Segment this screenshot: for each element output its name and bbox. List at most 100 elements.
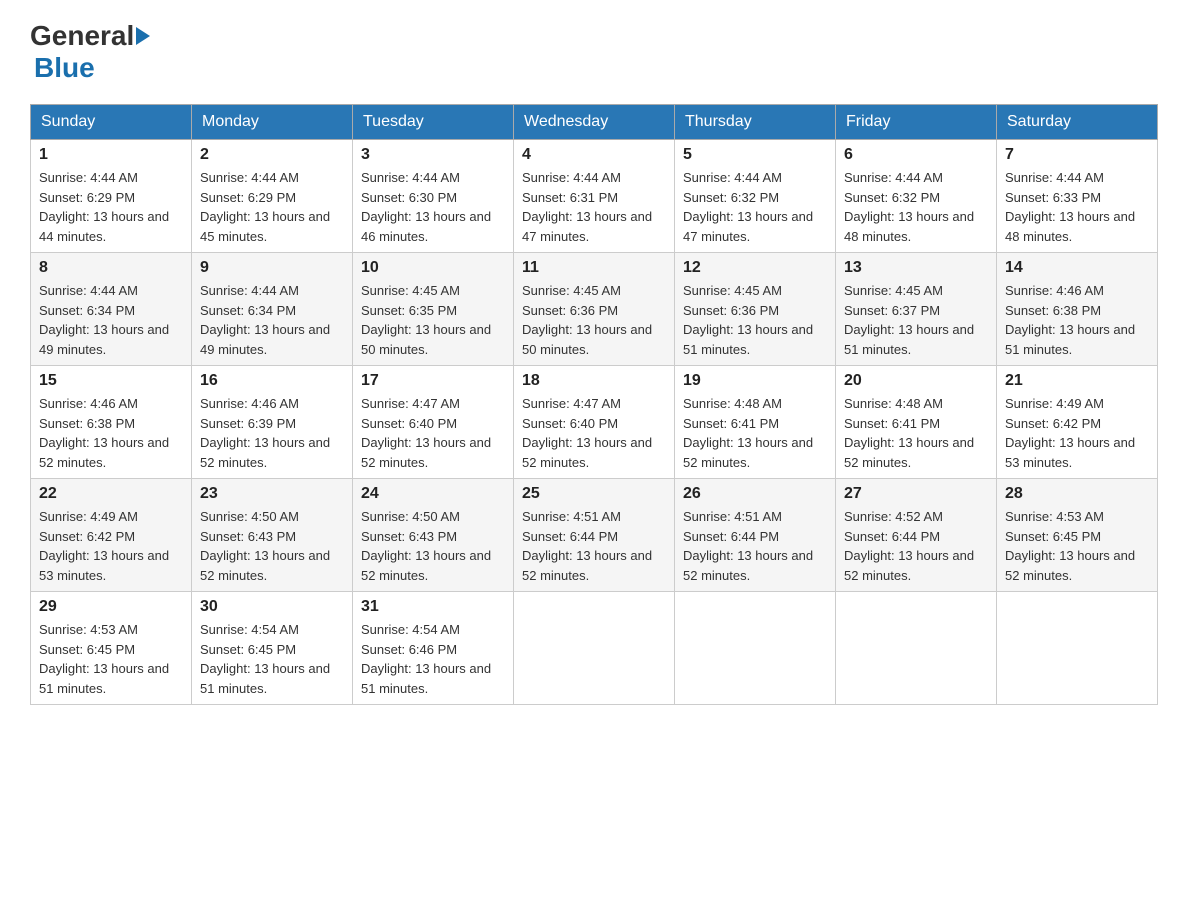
calendar-cell: 4 Sunrise: 4:44 AM Sunset: 6:31 PM Dayli… bbox=[514, 140, 675, 253]
day-number: 25 bbox=[522, 485, 666, 503]
calendar-cell: 22 Sunrise: 4:49 AM Sunset: 6:42 PM Dayl… bbox=[31, 479, 192, 592]
day-headers-row: SundayMondayTuesdayWednesdayThursdayFrid… bbox=[31, 105, 1158, 140]
calendar-cell: 8 Sunrise: 4:44 AM Sunset: 6:34 PM Dayli… bbox=[31, 253, 192, 366]
week-row-4: 22 Sunrise: 4:49 AM Sunset: 6:42 PM Dayl… bbox=[31, 479, 1158, 592]
day-header-wednesday: Wednesday bbox=[514, 105, 675, 140]
calendar-cell: 3 Sunrise: 4:44 AM Sunset: 6:30 PM Dayli… bbox=[353, 140, 514, 253]
week-row-2: 8 Sunrise: 4:44 AM Sunset: 6:34 PM Dayli… bbox=[31, 253, 1158, 366]
calendar-cell: 28 Sunrise: 4:53 AM Sunset: 6:45 PM Dayl… bbox=[997, 479, 1158, 592]
calendar-cell: 31 Sunrise: 4:54 AM Sunset: 6:46 PM Dayl… bbox=[353, 592, 514, 705]
day-info: Sunrise: 4:44 AM Sunset: 6:34 PM Dayligh… bbox=[200, 281, 344, 359]
day-number: 12 bbox=[683, 259, 827, 277]
day-info: Sunrise: 4:52 AM Sunset: 6:44 PM Dayligh… bbox=[844, 507, 988, 585]
day-info: Sunrise: 4:50 AM Sunset: 6:43 PM Dayligh… bbox=[361, 507, 505, 585]
day-number: 3 bbox=[361, 146, 505, 164]
day-number: 2 bbox=[200, 146, 344, 164]
day-info: Sunrise: 4:45 AM Sunset: 6:35 PM Dayligh… bbox=[361, 281, 505, 359]
logo-blue-text: Blue bbox=[34, 52, 95, 84]
calendar-cell bbox=[514, 592, 675, 705]
day-number: 20 bbox=[844, 372, 988, 390]
day-number: 30 bbox=[200, 598, 344, 616]
day-info: Sunrise: 4:46 AM Sunset: 6:39 PM Dayligh… bbox=[200, 394, 344, 472]
day-number: 10 bbox=[361, 259, 505, 277]
calendar-cell: 7 Sunrise: 4:44 AM Sunset: 6:33 PM Dayli… bbox=[997, 140, 1158, 253]
week-row-3: 15 Sunrise: 4:46 AM Sunset: 6:38 PM Dayl… bbox=[31, 366, 1158, 479]
day-number: 24 bbox=[361, 485, 505, 503]
day-number: 5 bbox=[683, 146, 827, 164]
day-info: Sunrise: 4:44 AM Sunset: 6:30 PM Dayligh… bbox=[361, 168, 505, 246]
day-number: 14 bbox=[1005, 259, 1149, 277]
day-number: 23 bbox=[200, 485, 344, 503]
day-info: Sunrise: 4:49 AM Sunset: 6:42 PM Dayligh… bbox=[1005, 394, 1149, 472]
week-row-1: 1 Sunrise: 4:44 AM Sunset: 6:29 PM Dayli… bbox=[31, 140, 1158, 253]
logo-second-row: Blue bbox=[30, 52, 95, 84]
day-number: 9 bbox=[200, 259, 344, 277]
calendar-cell: 20 Sunrise: 4:48 AM Sunset: 6:41 PM Dayl… bbox=[836, 366, 997, 479]
logo: General Blue bbox=[30, 20, 152, 84]
day-number: 4 bbox=[522, 146, 666, 164]
calendar-cell: 15 Sunrise: 4:46 AM Sunset: 6:38 PM Dayl… bbox=[31, 366, 192, 479]
day-number: 16 bbox=[200, 372, 344, 390]
day-info: Sunrise: 4:47 AM Sunset: 6:40 PM Dayligh… bbox=[522, 394, 666, 472]
calendar-cell: 16 Sunrise: 4:46 AM Sunset: 6:39 PM Dayl… bbox=[192, 366, 353, 479]
day-header-tuesday: Tuesday bbox=[353, 105, 514, 140]
day-info: Sunrise: 4:46 AM Sunset: 6:38 PM Dayligh… bbox=[39, 394, 183, 472]
day-number: 11 bbox=[522, 259, 666, 277]
day-info: Sunrise: 4:44 AM Sunset: 6:32 PM Dayligh… bbox=[683, 168, 827, 246]
calendar-cell: 17 Sunrise: 4:47 AM Sunset: 6:40 PM Dayl… bbox=[353, 366, 514, 479]
day-number: 8 bbox=[39, 259, 183, 277]
calendar-cell: 25 Sunrise: 4:51 AM Sunset: 6:44 PM Dayl… bbox=[514, 479, 675, 592]
day-header-saturday: Saturday bbox=[997, 105, 1158, 140]
calendar-cell: 29 Sunrise: 4:53 AM Sunset: 6:45 PM Dayl… bbox=[31, 592, 192, 705]
logo-row: General bbox=[30, 20, 152, 52]
day-number: 6 bbox=[844, 146, 988, 164]
day-info: Sunrise: 4:54 AM Sunset: 6:45 PM Dayligh… bbox=[200, 620, 344, 698]
calendar-cell: 9 Sunrise: 4:44 AM Sunset: 6:34 PM Dayli… bbox=[192, 253, 353, 366]
calendar-cell bbox=[997, 592, 1158, 705]
day-header-sunday: Sunday bbox=[31, 105, 192, 140]
day-info: Sunrise: 4:53 AM Sunset: 6:45 PM Dayligh… bbox=[1005, 507, 1149, 585]
day-info: Sunrise: 4:44 AM Sunset: 6:29 PM Dayligh… bbox=[39, 168, 183, 246]
calendar-cell: 10 Sunrise: 4:45 AM Sunset: 6:35 PM Dayl… bbox=[353, 253, 514, 366]
week-row-5: 29 Sunrise: 4:53 AM Sunset: 6:45 PM Dayl… bbox=[31, 592, 1158, 705]
calendar-cell: 11 Sunrise: 4:45 AM Sunset: 6:36 PM Dayl… bbox=[514, 253, 675, 366]
day-header-monday: Monday bbox=[192, 105, 353, 140]
day-number: 1 bbox=[39, 146, 183, 164]
day-header-friday: Friday bbox=[836, 105, 997, 140]
day-info: Sunrise: 4:44 AM Sunset: 6:29 PM Dayligh… bbox=[200, 168, 344, 246]
day-number: 26 bbox=[683, 485, 827, 503]
day-number: 13 bbox=[844, 259, 988, 277]
day-info: Sunrise: 4:48 AM Sunset: 6:41 PM Dayligh… bbox=[683, 394, 827, 472]
day-number: 15 bbox=[39, 372, 183, 390]
day-header-thursday: Thursday bbox=[675, 105, 836, 140]
day-info: Sunrise: 4:46 AM Sunset: 6:38 PM Dayligh… bbox=[1005, 281, 1149, 359]
calendar-cell: 19 Sunrise: 4:48 AM Sunset: 6:41 PM Dayl… bbox=[675, 366, 836, 479]
day-info: Sunrise: 4:51 AM Sunset: 6:44 PM Dayligh… bbox=[683, 507, 827, 585]
calendar-cell: 23 Sunrise: 4:50 AM Sunset: 6:43 PM Dayl… bbox=[192, 479, 353, 592]
day-number: 31 bbox=[361, 598, 505, 616]
calendar-cell: 27 Sunrise: 4:52 AM Sunset: 6:44 PM Dayl… bbox=[836, 479, 997, 592]
calendar-cell: 5 Sunrise: 4:44 AM Sunset: 6:32 PM Dayli… bbox=[675, 140, 836, 253]
day-info: Sunrise: 4:50 AM Sunset: 6:43 PM Dayligh… bbox=[200, 507, 344, 585]
day-info: Sunrise: 4:45 AM Sunset: 6:37 PM Dayligh… bbox=[844, 281, 988, 359]
day-info: Sunrise: 4:49 AM Sunset: 6:42 PM Dayligh… bbox=[39, 507, 183, 585]
day-number: 29 bbox=[39, 598, 183, 616]
day-info: Sunrise: 4:45 AM Sunset: 6:36 PM Dayligh… bbox=[522, 281, 666, 359]
day-info: Sunrise: 4:48 AM Sunset: 6:41 PM Dayligh… bbox=[844, 394, 988, 472]
logo-general-text: General bbox=[30, 20, 134, 52]
day-info: Sunrise: 4:44 AM Sunset: 6:33 PM Dayligh… bbox=[1005, 168, 1149, 246]
calendar-cell bbox=[675, 592, 836, 705]
day-number: 27 bbox=[844, 485, 988, 503]
calendar-cell: 1 Sunrise: 4:44 AM Sunset: 6:29 PM Dayli… bbox=[31, 140, 192, 253]
day-info: Sunrise: 4:44 AM Sunset: 6:32 PM Dayligh… bbox=[844, 168, 988, 246]
day-info: Sunrise: 4:54 AM Sunset: 6:46 PM Dayligh… bbox=[361, 620, 505, 698]
day-info: Sunrise: 4:45 AM Sunset: 6:36 PM Dayligh… bbox=[683, 281, 827, 359]
calendar-cell: 26 Sunrise: 4:51 AM Sunset: 6:44 PM Dayl… bbox=[675, 479, 836, 592]
calendar-cell: 30 Sunrise: 4:54 AM Sunset: 6:45 PM Dayl… bbox=[192, 592, 353, 705]
calendar-cell bbox=[836, 592, 997, 705]
day-number: 19 bbox=[683, 372, 827, 390]
page-header: General Blue bbox=[30, 20, 1158, 84]
calendar-cell: 2 Sunrise: 4:44 AM Sunset: 6:29 PM Dayli… bbox=[192, 140, 353, 253]
logo-triangle-icon bbox=[136, 27, 150, 45]
day-number: 21 bbox=[1005, 372, 1149, 390]
